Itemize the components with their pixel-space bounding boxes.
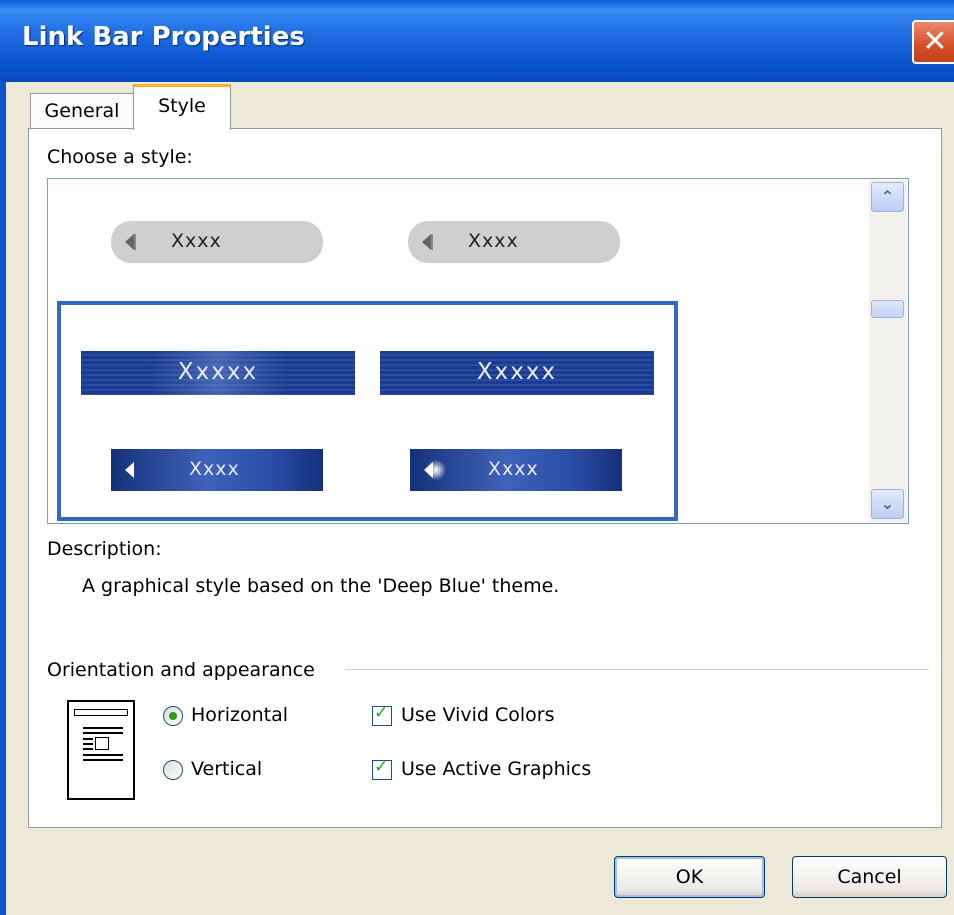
group-divider [345, 669, 929, 670]
dialog-window: Link Bar Properties ✕ General Style Choo… [0, 0, 954, 915]
window-left-border [0, 82, 6, 915]
choose-style-label: Choose a style: [47, 146, 193, 168]
active-graphics-checkbox[interactable]: ✓ [372, 757, 392, 780]
style-option-pill-2[interactable]: Xxxx [408, 221, 620, 263]
ok-button[interactable]: OK [614, 856, 765, 898]
description-text: A graphical style based on the 'Deep Blu… [82, 575, 560, 597]
horizontal-label[interactable]: Horizontal [191, 704, 288, 726]
left-arrow-icon [125, 462, 134, 478]
check-icon: ✓ [374, 703, 389, 723]
button-label: Xxxx [488, 458, 539, 480]
close-icon: ✕ [922, 24, 948, 59]
scroll-up-button[interactable]: ⌃ [871, 182, 904, 212]
title-bar[interactable]: Link Bar Properties ✕ [0, 0, 954, 82]
button-label: Xxxx [189, 458, 240, 480]
left-arrow-icon [424, 462, 433, 478]
description-label: Description: [47, 538, 162, 560]
scroll-thumb[interactable] [871, 300, 904, 318]
banner-label: Xxxxx [177, 359, 259, 385]
vivid-colors-label[interactable]: Use Vivid Colors [401, 704, 555, 726]
left-arrow-icon [125, 234, 136, 250]
orientation-group-label: Orientation and appearance [47, 659, 315, 681]
deep-blue-button-2: Xxxx [410, 449, 622, 491]
deep-blue-banner-1: Xxxxx [81, 351, 355, 395]
active-graphics-label[interactable]: Use Active Graphics [401, 758, 591, 780]
vivid-colors-checkbox[interactable]: ✓ [372, 703, 392, 726]
chevron-up-icon: ⌃ [880, 187, 895, 206]
chevron-down-icon: ⌄ [880, 494, 895, 513]
close-button[interactable]: ✕ [912, 20, 954, 64]
window-title: Link Bar Properties [22, 22, 305, 52]
left-arrow-icon [422, 234, 433, 250]
banner-label: Xxxxx [476, 359, 558, 385]
style-list-scrollbar[interactable]: ⌃ ⌄ [869, 180, 907, 522]
style-list: Xxxx Xxxx Xxxxx Xxxxx Xxxx Xxxx [47, 178, 909, 524]
deep-blue-button-1: Xxxx [111, 449, 323, 491]
style-option-pill-1[interactable]: Xxxx [111, 221, 323, 263]
deep-blue-banner-2: Xxxxx [380, 351, 654, 395]
style-option-label: Xxxx [468, 230, 519, 252]
horizontal-radio[interactable] [163, 706, 183, 726]
tab-style[interactable]: Style [133, 84, 231, 130]
cancel-button[interactable]: Cancel [792, 856, 947, 898]
vertical-radio[interactable] [163, 760, 183, 780]
tab-general[interactable]: General [30, 93, 134, 129]
vertical-label[interactable]: Vertical [191, 758, 262, 780]
style-option-label: Xxxx [171, 230, 222, 252]
scroll-down-button[interactable]: ⌄ [871, 489, 904, 519]
check-icon: ✓ [374, 757, 389, 777]
page-layout-icon [67, 700, 135, 800]
